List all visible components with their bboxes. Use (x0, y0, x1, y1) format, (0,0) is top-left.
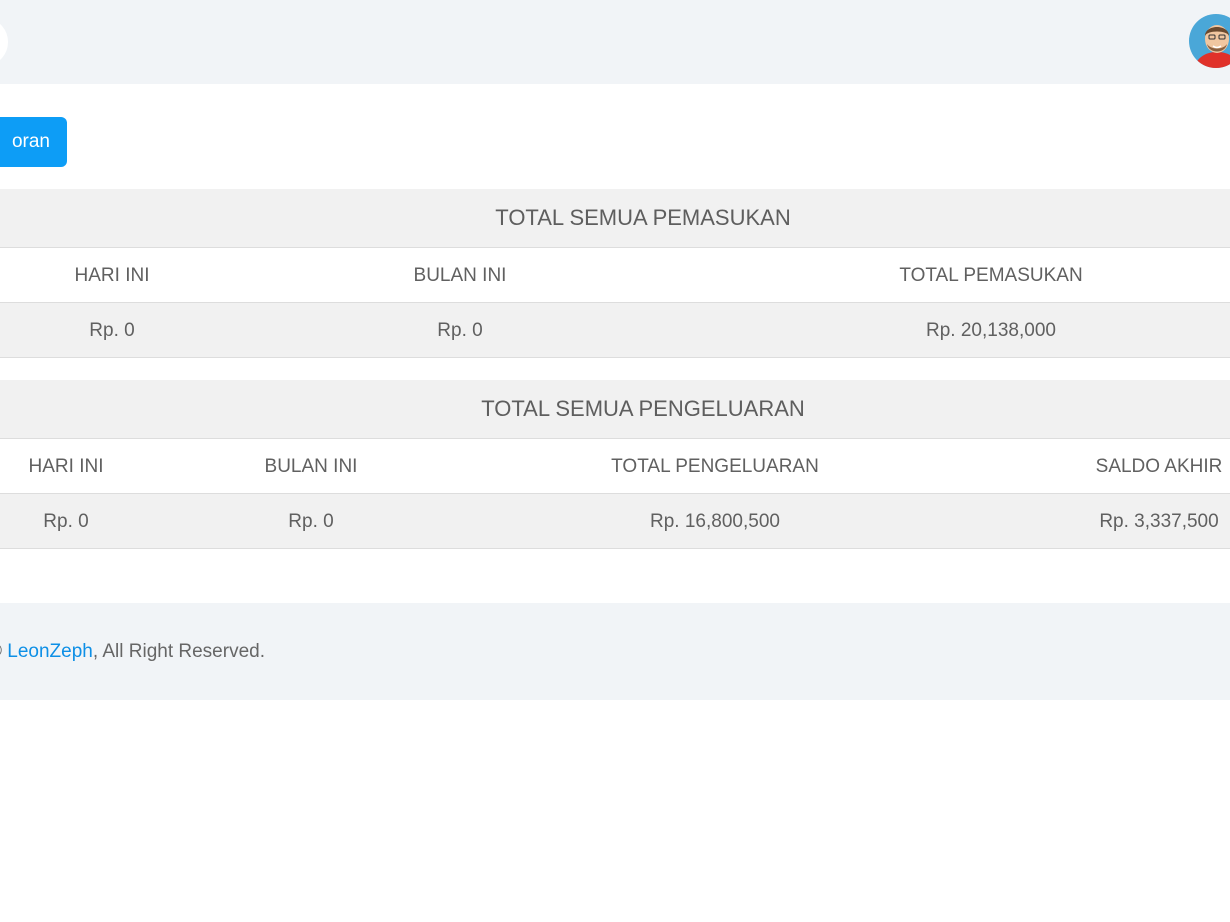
income-header-today: HARI INI (74, 265, 150, 286)
income-header-row: HARI INI BULAN INI TOTAL PEMASUKAN (0, 248, 1230, 303)
expense-header-row: HARI INI BULAN INI TOTAL PENGELUARAN SAL… (0, 439, 1230, 494)
expense-header-balance: SALDO AKHIR (1095, 456, 1223, 477)
divider (0, 548, 1230, 549)
copyright-text: © LeonZeph, All Right Reserved. (0, 603, 265, 700)
expense-value-total: Rp. 16,800,500 (650, 511, 780, 532)
copyright-symbol: © (0, 641, 2, 662)
user-avatar[interactable] (1189, 14, 1230, 68)
divider (0, 357, 1230, 358)
income-title: TOTAL SEMUA PEMASUKAN (495, 205, 791, 230)
income-header-total: TOTAL PEMASUKAN (899, 265, 1083, 286)
sidebar-toggle-button[interactable] (0, 20, 8, 64)
income-header-month: BULAN INI (413, 265, 507, 286)
expense-value-month: Rp. 0 (288, 511, 334, 532)
expense-header-month: BULAN INI (264, 456, 358, 477)
income-title-row: TOTAL SEMUA PEMASUKAN (0, 189, 1230, 247)
top-navbar (0, 0, 1230, 84)
income-value-today: Rp. 0 (89, 320, 135, 341)
expense-value-row: Rp. 0 Rp. 0 Rp. 16,800,500 Rp. 3,337,500 (0, 494, 1230, 549)
expense-header-today: HARI INI (28, 456, 104, 477)
expense-header-total: TOTAL PENGELUARAN (611, 456, 819, 477)
expense-title: TOTAL SEMUA PENGELUARAN (481, 396, 805, 421)
expense-title-row: TOTAL SEMUA PENGELUARAN (0, 380, 1230, 438)
footer: © LeonZeph, All Right Reserved. (0, 603, 1230, 700)
avatar-icon (1189, 14, 1230, 68)
expense-value-today: Rp. 0 (43, 511, 89, 532)
income-value-total: Rp. 20,138,000 (926, 320, 1056, 341)
expense-value-balance: Rp. 3,337,500 (1099, 511, 1219, 532)
income-value-row: Rp. 0 Rp. 0 Rp. 20,138,000 (0, 303, 1230, 358)
report-button[interactable]: oran (0, 117, 67, 167)
income-value-month: Rp. 0 (437, 320, 483, 341)
author-link[interactable]: LeonZeph (7, 641, 93, 662)
copyright-suffix: , All Right Reserved. (92, 641, 265, 662)
